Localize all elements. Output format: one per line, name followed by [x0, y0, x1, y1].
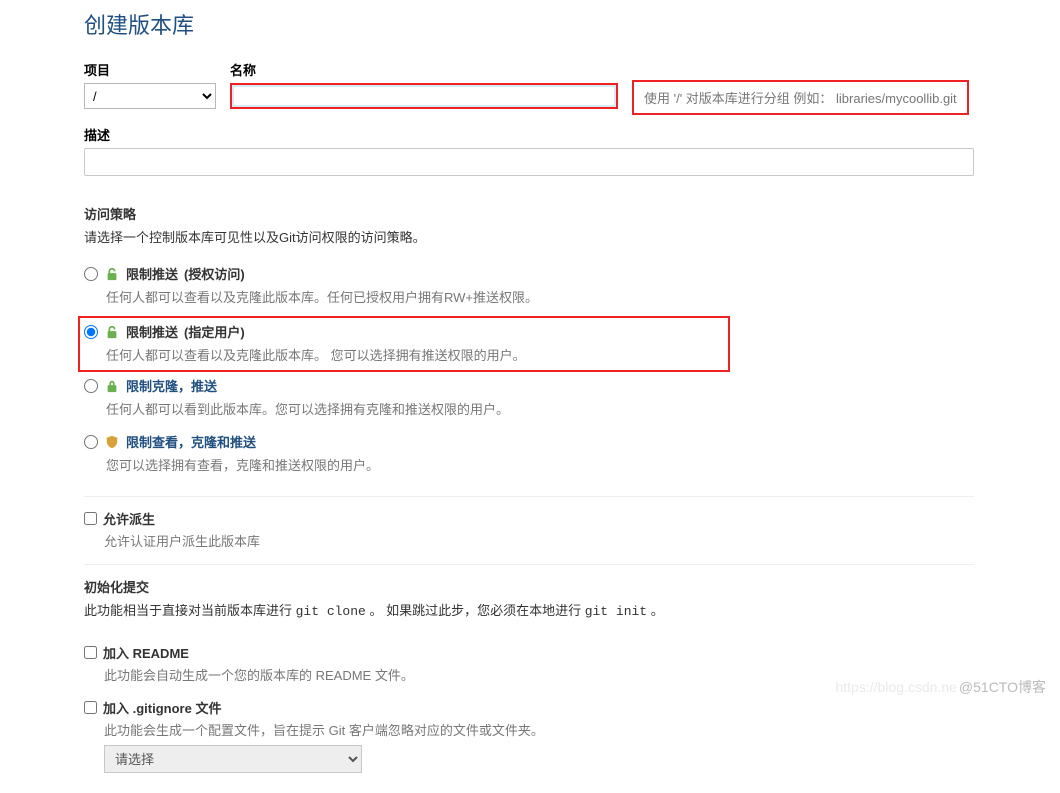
- access-option-0: 限制推送 (授权访问) 任何人都可以查看以及克隆此版本库。任何已授权用户拥有RW…: [84, 260, 1060, 316]
- lock-closed-icon: [104, 378, 120, 394]
- allow-fork-label: 允许派生: [103, 509, 155, 528]
- access-radio-2[interactable]: [84, 379, 98, 393]
- name-label: 名称: [230, 60, 618, 79]
- readme-desc: 此功能会自动生成一个您的版本库的 README 文件。: [104, 665, 1060, 684]
- shield-icon: [104, 434, 120, 450]
- readme-row[interactable]: 加入 README: [84, 643, 1060, 662]
- access-option-3: 限制查看，克隆和推送 您可以选择拥有查看，克隆和推送权限的用户。: [84, 428, 1060, 484]
- project-field: 项目 /: [84, 60, 216, 115]
- desc-field: 描述: [84, 125, 1060, 204]
- access-option-2: 限制克隆，推送 任何人都可以看到此版本库。您可以选择拥有克隆和推送权限的用户。: [84, 372, 1060, 428]
- init-title: 初始化提交: [84, 577, 1060, 596]
- access-option-0-line[interactable]: 限制推送 (授权访问): [84, 264, 1060, 283]
- access-option-0-paren: (授权访问): [184, 264, 245, 283]
- project-label: 项目: [84, 60, 216, 79]
- access-radio-0[interactable]: [84, 267, 98, 281]
- name-input[interactable]: [230, 83, 618, 109]
- access-option-3-line[interactable]: 限制查看，克隆和推送: [84, 432, 1060, 451]
- access-option-1: 限制推送 (指定用户) 任何人都可以查看以及克隆此版本库。 您可以选择拥有推送权…: [78, 316, 730, 372]
- gitignore-row[interactable]: 加入 .gitignore 文件: [84, 698, 1060, 717]
- access-option-2-main: 限制克隆，推送: [126, 376, 217, 395]
- lock-open-icon: [104, 266, 120, 282]
- access-radio-3[interactable]: [84, 435, 98, 449]
- name-field: 名称: [230, 60, 618, 115]
- gitignore-desc: 此功能会生成一个配置文件，旨在提示 Git 客户端忽略对应的文件或文件夹。: [104, 720, 1060, 739]
- access-option-2-desc: 任何人都可以看到此版本库。您可以选择拥有克隆和推送权限的用户。: [106, 399, 1060, 418]
- access-option-3-desc: 您可以选择拥有查看，克隆和推送权限的用户。: [106, 455, 1060, 474]
- desc-label: 描述: [84, 125, 1060, 144]
- readme-checkbox[interactable]: [84, 646, 97, 659]
- project-name-row: 项目 / 名称 使用 '/' 对版本库进行分组 例如： libraries/my…: [84, 60, 1060, 115]
- access-option-0-main: 限制推送: [126, 264, 178, 283]
- init-subtitle: 此功能相当于直接对当前版本库进行 git clone 。 如果跳过此步，您必须在…: [84, 600, 1060, 619]
- gitignore-select[interactable]: 请选择: [104, 745, 362, 773]
- gitignore-label: 加入 .gitignore 文件: [103, 698, 221, 717]
- access-option-1-paren: (指定用户): [184, 322, 245, 341]
- access-subtitle: 请选择一个控制版本库可见性以及Git访问权限的访问策略。: [84, 227, 1060, 246]
- project-select[interactable]: /: [84, 83, 216, 109]
- allow-fork-checkbox[interactable]: [84, 512, 97, 525]
- access-radio-group: 限制推送 (授权访问) 任何人都可以查看以及克隆此版本库。任何已授权用户拥有RW…: [84, 260, 1060, 484]
- desc-input[interactable]: [84, 148, 974, 176]
- access-option-1-main: 限制推送: [126, 322, 178, 341]
- readme-label: 加入 README: [103, 643, 189, 662]
- allow-fork-row[interactable]: 允许派生: [84, 509, 1060, 528]
- access-option-2-line[interactable]: 限制克隆，推送: [84, 376, 1060, 395]
- access-title: 访问策略: [84, 204, 1060, 223]
- access-option-0-desc: 任何人都可以查看以及克隆此版本库。任何已授权用户拥有RW+推送权限。: [106, 287, 1060, 306]
- gitignore-checkbox[interactable]: [84, 701, 97, 714]
- divider-2: [84, 564, 974, 565]
- access-option-1-desc: 任何人都可以查看以及克隆此版本库。 您可以选择拥有推送权限的用户。: [106, 345, 724, 364]
- name-hint: 使用 '/' 对版本库进行分组 例如： libraries/mycoollib.…: [632, 80, 969, 115]
- lock-open-icon: [104, 324, 120, 340]
- divider-1: [84, 496, 974, 497]
- access-option-3-main: 限制查看，克隆和推送: [126, 432, 256, 451]
- access-option-1-line[interactable]: 限制推送 (指定用户): [84, 322, 724, 341]
- page-title: 创建版本库: [84, 8, 1060, 40]
- access-radio-1[interactable]: [84, 325, 98, 339]
- allow-fork-desc: 允许认证用户派生此版本库: [104, 531, 1060, 550]
